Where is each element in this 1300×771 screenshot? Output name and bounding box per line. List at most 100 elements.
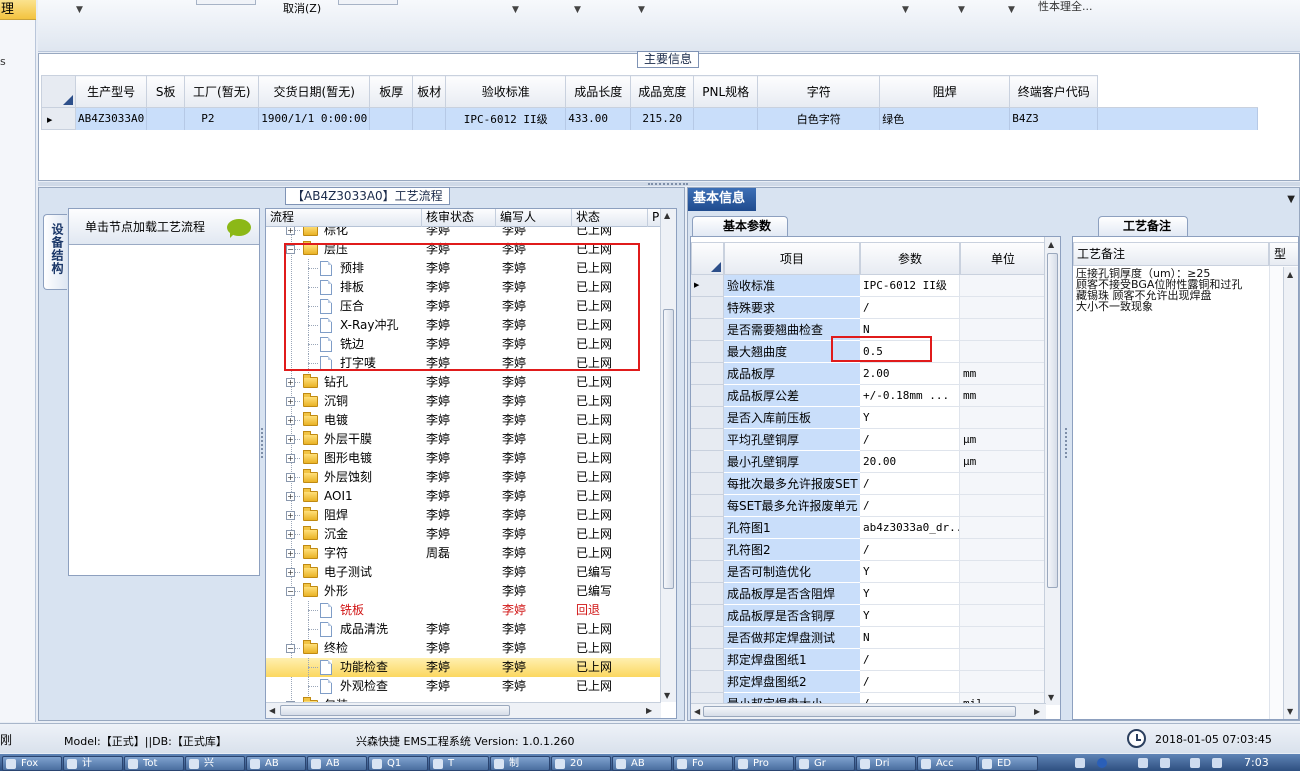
param-value[interactable]: +/-0.18mm ... (860, 385, 960, 407)
volume-icon[interactable] (1212, 758, 1222, 768)
taskbar-button[interactable]: AB (612, 756, 672, 771)
taskbar-button[interactable]: Acc (917, 756, 977, 771)
cell-delivery[interactable]: 1900/1/1 0:00:00 (258, 107, 371, 130)
tree-folder-row[interactable]: + 字符 周磊 李婷 已上网 (266, 544, 661, 563)
col-header-flow[interactable]: 流程 (266, 209, 422, 227)
taskbar-button[interactable]: Q1 (368, 756, 428, 771)
vertical-scrollbar[interactable]: ▲ ▼ (1283, 267, 1298, 719)
tab-basic-params[interactable]: 基本参数 (692, 216, 788, 236)
splitter-grip-icon[interactable] (1065, 428, 1068, 458)
row-indicator[interactable] (691, 495, 724, 517)
tree-item-row[interactable]: 功能检查 李婷 李婷 已上网 (266, 658, 661, 677)
tray-icon[interactable] (1190, 758, 1200, 768)
col-header-notes[interactable]: 工艺备注 (1073, 242, 1269, 266)
expand-icon[interactable]: + (286, 416, 295, 425)
param-row[interactable]: 是否入库前压板 Y (691, 407, 1046, 429)
cell[interactable] (412, 107, 447, 130)
row-indicator[interactable] (691, 451, 724, 473)
param-value[interactable]: Y (860, 407, 960, 429)
scroll-down-icon[interactable]: ▼ (1048, 693, 1054, 702)
tree-folder-row[interactable]: + 外层蚀刻 李婷 李婷 已上网 (266, 468, 661, 487)
col-header-unit[interactable]: 单位 (960, 242, 1046, 275)
cell[interactable] (146, 107, 186, 130)
param-row[interactable]: 每批次最多允许报废SET / (691, 473, 1046, 495)
param-row[interactable]: 成品板厚是否含阻焊 Y (691, 583, 1046, 605)
row-indicator[interactable] (691, 561, 724, 583)
cell-factory[interactable]: P2 (184, 107, 260, 130)
row-indicator[interactable] (691, 473, 724, 495)
row-indicator[interactable] (691, 319, 724, 341)
splitter-grip-icon[interactable] (648, 183, 688, 185)
taskbar-button[interactable]: 制 (490, 756, 550, 771)
tree-folder-row[interactable]: + 阻焊 李婷 李婷 已上网 (266, 506, 661, 525)
dropdown-arrow-icon[interactable]: ▼ (512, 5, 519, 15)
col-header-status[interactable]: 状态 (572, 209, 648, 227)
col-header[interactable]: 成品宽度 (630, 75, 695, 108)
dropdown-arrow-icon[interactable]: ▼ (1008, 5, 1015, 15)
tree-folder-row[interactable]: − 层压 李婷 李婷 已上网 (266, 240, 661, 259)
tab-equipment-structure[interactable]: 设备结构 (43, 214, 67, 290)
row-indicator[interactable] (691, 407, 724, 429)
tree-folder-row[interactable]: − 外形 李婷 已编写 (266, 582, 661, 601)
tree-item-row[interactable]: 成品清洗 李婷 李婷 已上网 (266, 620, 661, 639)
tree-item-row[interactable]: 外观检查 李婷 李婷 已上网 (266, 677, 661, 696)
row-indicator[interactable] (691, 385, 724, 407)
cell-silkscreen[interactable]: 白色字符 (757, 107, 881, 130)
tree-item-row[interactable]: 打字唛 李婷 李婷 已上网 (266, 354, 661, 373)
expand-icon[interactable]: + (286, 435, 295, 444)
tree-folder-row[interactable]: + 外层干膜 李婷 李婷 已上网 (266, 430, 661, 449)
param-value[interactable]: 2.00 (860, 363, 960, 385)
taskbar-button[interactable]: Pro (734, 756, 794, 771)
col-header[interactable]: 阻焊 (879, 75, 1011, 108)
row-indicator[interactable] (691, 297, 724, 319)
col-header-type[interactable]: 型 (1269, 242, 1298, 266)
dropdown-arrow-icon[interactable]: ▼ (76, 5, 83, 15)
col-header[interactable]: 生产型号 (74, 75, 148, 108)
taskbar-button[interactable]: AB (307, 756, 367, 771)
cell-standard[interactable]: IPC-6012 II级 (445, 107, 567, 130)
param-value[interactable]: 20.00 (860, 451, 960, 473)
cell[interactable] (369, 107, 414, 130)
taskbar-button[interactable]: Fo (673, 756, 733, 771)
col-header[interactable]: 板材 (412, 75, 447, 108)
param-value[interactable]: Y (860, 605, 960, 627)
row-indicator[interactable] (691, 539, 724, 561)
col-header-review[interactable]: 核审状态 (422, 209, 496, 227)
param-value[interactable]: / (860, 495, 960, 517)
cell-customer-code[interactable]: B4Z3 (1009, 107, 1099, 130)
scroll-left-icon[interactable]: ◀ (694, 707, 700, 716)
param-value[interactable]: / (860, 671, 960, 693)
row-indicator[interactable] (691, 341, 724, 363)
tree-folder-row[interactable]: + AOI1 李婷 李婷 已上网 (266, 487, 661, 506)
param-value[interactable]: IPC-6012 II级 (860, 275, 960, 297)
dropdown-arrow-icon[interactable]: ▼ (638, 5, 645, 15)
toolbar-button[interactable] (338, 0, 398, 5)
taskbar-button[interactable]: T (429, 756, 489, 771)
scroll-right-icon[interactable]: ▶ (646, 706, 652, 715)
tray-icon[interactable] (1075, 758, 1085, 768)
row-indicator[interactable] (691, 517, 724, 539)
param-row[interactable]: 成品板厚 2.00 mm (691, 363, 1046, 385)
param-row[interactable]: 是否可制造优化 Y (691, 561, 1046, 583)
row-indicator[interactable] (691, 671, 724, 693)
collapse-icon[interactable]: − (286, 245, 295, 254)
tree-folder-row[interactable]: + 钻孔 李婷 李婷 已上网 (266, 373, 661, 392)
tree-folder-row[interactable]: + 图形电镀 李婷 李婷 已上网 (266, 449, 661, 468)
expand-icon[interactable]: + (286, 568, 295, 577)
taskbar-button[interactable]: 计 (63, 756, 123, 771)
param-value[interactable]: / (860, 649, 960, 671)
cell-length[interactable]: 433.00 (565, 107, 632, 130)
nav-item-selected[interactable]: 理 (0, 0, 36, 20)
col-header-item[interactable]: 项目 (724, 242, 860, 275)
param-value[interactable]: / (860, 539, 960, 561)
col-header[interactable]: 成品长度 (565, 75, 632, 108)
horizontal-scrollbar[interactable]: ◀ ▶ (266, 702, 661, 718)
param-row[interactable]: 是否做邦定焊盘测试 N (691, 627, 1046, 649)
col-header-writer[interactable]: 编写人 (496, 209, 572, 227)
param-value[interactable]: N (860, 627, 960, 649)
param-value[interactable]: / (860, 297, 960, 319)
expand-icon[interactable]: + (286, 530, 295, 539)
cell-width[interactable]: 215.20 (630, 107, 695, 130)
cell[interactable] (693, 107, 759, 130)
param-row[interactable]: 成品板厚公差 +/-0.18mm ... mm (691, 385, 1046, 407)
